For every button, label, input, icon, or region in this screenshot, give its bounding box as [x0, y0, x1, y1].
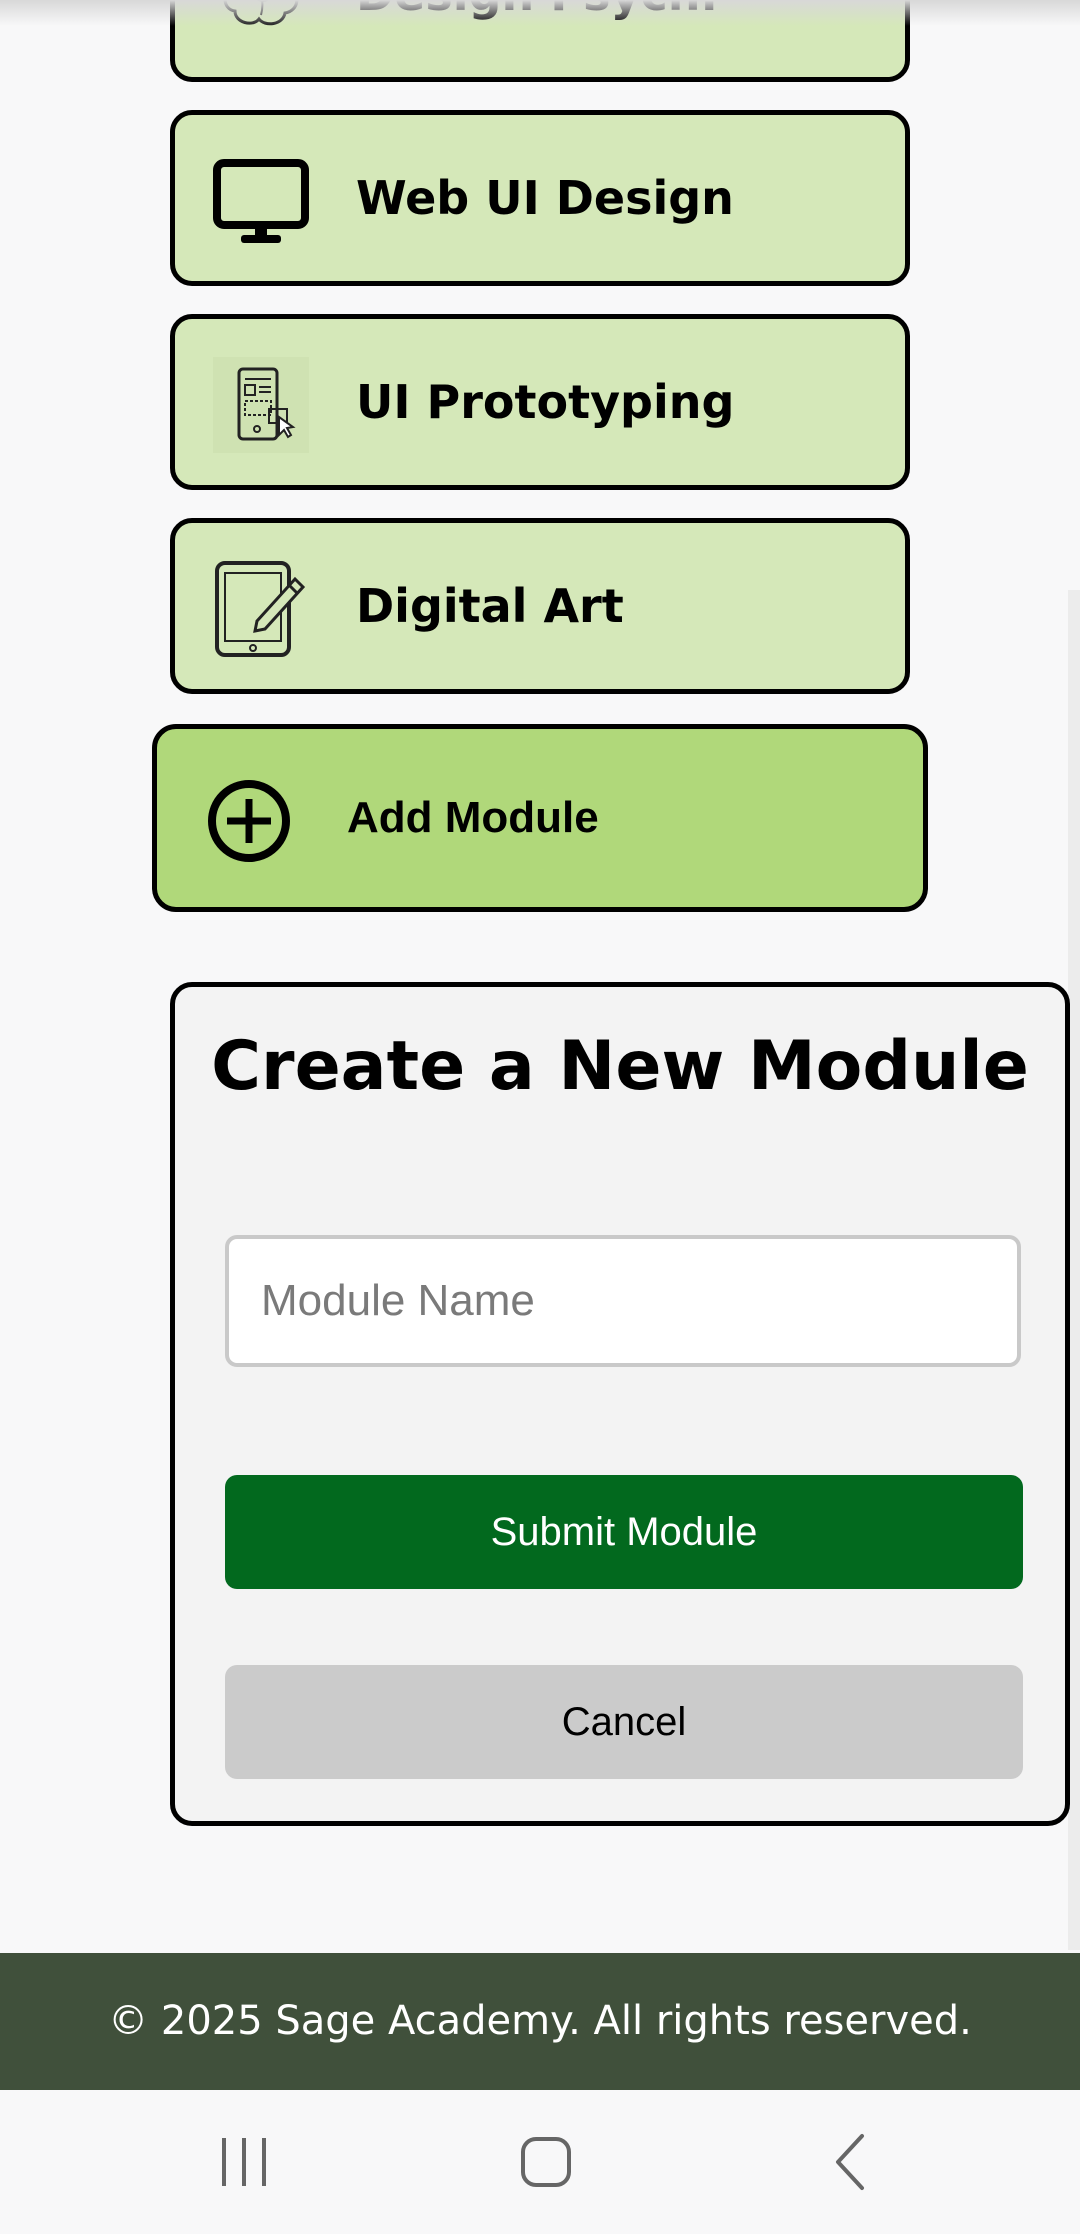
monitor-icon — [213, 159, 309, 243]
footer: © 2025 Sage Academy. All rights reserved… — [0, 1953, 1080, 2090]
cancel-button[interactable]: Cancel — [225, 1665, 1023, 1779]
footer-copyright: © 2025 Sage Academy. All rights reserved… — [108, 1998, 972, 2044]
plus-circle-icon — [208, 780, 290, 862]
prototype-icon — [213, 357, 309, 453]
module-label: Web UI Design — [356, 171, 734, 225]
add-module-label: Add Module — [347, 793, 599, 842]
create-module-dialog: Create a New Module Submit Module Cancel — [170, 982, 1070, 1826]
recent-apps-icon[interactable] — [194, 2122, 294, 2202]
module-label: Digital Art — [356, 579, 624, 633]
top-shadow — [0, 0, 1080, 26]
page: Design Psych. Web UI Design UI Prototypi… — [0, 0, 1080, 2234]
submit-module-button[interactable]: Submit Module — [225, 1475, 1023, 1589]
module-label: UI Prototyping — [356, 375, 735, 429]
module-card-web-ui-design[interactable]: Web UI Design — [170, 110, 910, 286]
add-module-button[interactable]: Add Module — [152, 724, 928, 912]
module-card-digital-art[interactable]: Digital Art — [170, 518, 910, 694]
tablet-pen-icon — [215, 561, 306, 657]
home-icon[interactable] — [496, 2122, 596, 2202]
dialog-title: Create a New Module — [211, 1027, 1029, 1106]
system-navigation-bar — [0, 2090, 1080, 2234]
back-icon[interactable] — [800, 2122, 900, 2202]
module-name-input[interactable] — [225, 1235, 1021, 1367]
module-card-ui-prototyping[interactable]: UI Prototyping — [170, 314, 910, 490]
